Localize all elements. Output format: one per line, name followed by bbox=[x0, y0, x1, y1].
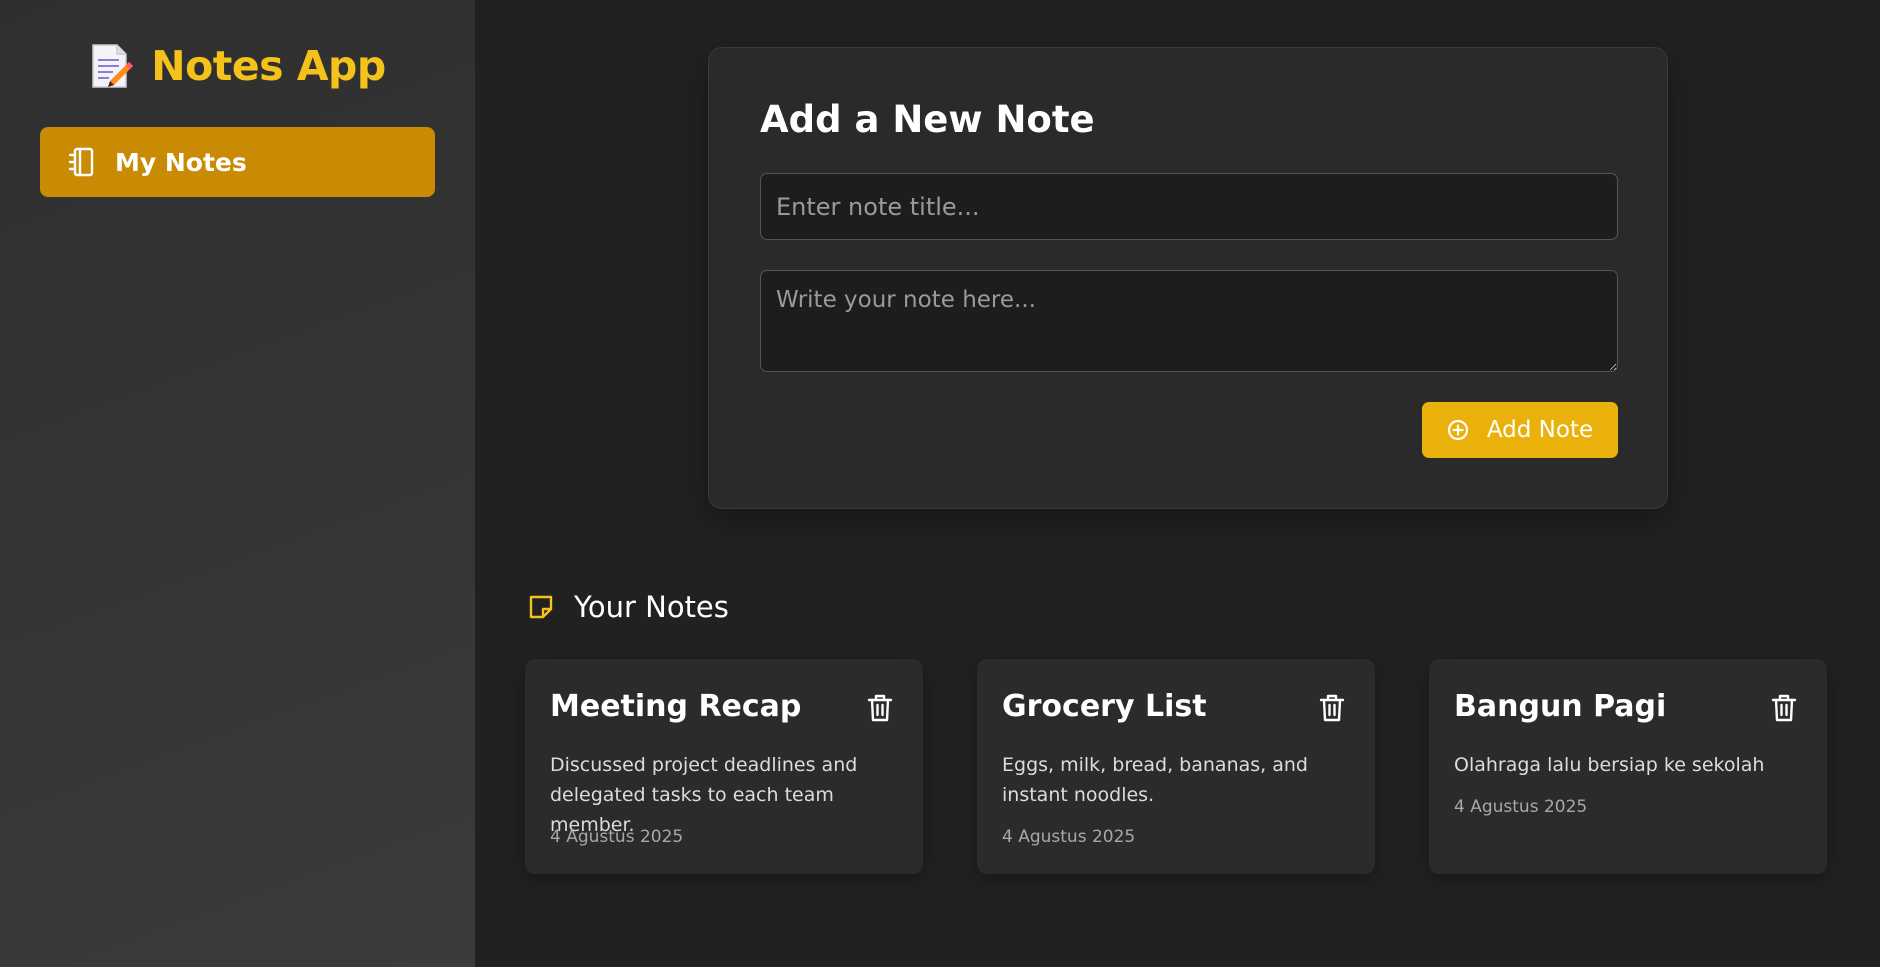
note-title: Meeting Recap bbox=[550, 689, 802, 724]
note-card: Meeting Recap Discussed project deadline… bbox=[525, 659, 923, 874]
note-date: 4 Agustus 2025 bbox=[550, 827, 684, 847]
note-body: Eggs, milk, bread, bananas, and instant … bbox=[1002, 754, 1308, 806]
note-title-input[interactable] bbox=[760, 173, 1618, 240]
note-body-textarea[interactable] bbox=[760, 270, 1618, 372]
sidebar: Notes App My Notes bbox=[0, 0, 475, 967]
delete-note-button[interactable] bbox=[1770, 693, 1798, 723]
add-note-button[interactable]: Add Note bbox=[1422, 402, 1618, 458]
sidebar-item-my-notes[interactable]: My Notes bbox=[40, 127, 435, 197]
sidebar-item-label: My Notes bbox=[115, 147, 247, 177]
trash-icon bbox=[1771, 694, 1797, 722]
note-title: Bangun Pagi bbox=[1454, 689, 1667, 724]
notebook-icon bbox=[67, 147, 95, 177]
notes-section-heading: Your Notes bbox=[528, 590, 729, 624]
sticky-note-icon bbox=[528, 594, 554, 620]
note-card: Bangun Pagi Olahraga lalu bersiap ke sek… bbox=[1429, 659, 1827, 874]
note-body: Olahraga lalu bersiap ke sekolah bbox=[1454, 754, 1765, 776]
note-date: 4 Agustus 2025 bbox=[1002, 827, 1136, 847]
trash-icon bbox=[867, 694, 893, 722]
app-title: Notes App bbox=[151, 42, 386, 90]
trash-icon bbox=[1319, 694, 1345, 722]
form-heading: Add a New Note bbox=[760, 98, 1095, 141]
add-note-label: Add Note bbox=[1486, 417, 1594, 443]
delete-note-button[interactable] bbox=[866, 693, 894, 723]
note-date: 4 Agustus 2025 bbox=[1454, 797, 1588, 817]
add-note-card: Add a New Note Add Note bbox=[708, 47, 1668, 509]
note-card: Grocery List Eggs, milk, bread, bananas,… bbox=[977, 659, 1375, 874]
note-title: Grocery List bbox=[1002, 689, 1207, 724]
section-title: Your Notes bbox=[574, 590, 729, 624]
plus-circle-icon bbox=[1447, 419, 1469, 441]
delete-note-button[interactable] bbox=[1318, 693, 1346, 723]
app-logo: Notes App bbox=[0, 36, 475, 96]
memo-icon bbox=[89, 42, 134, 90]
